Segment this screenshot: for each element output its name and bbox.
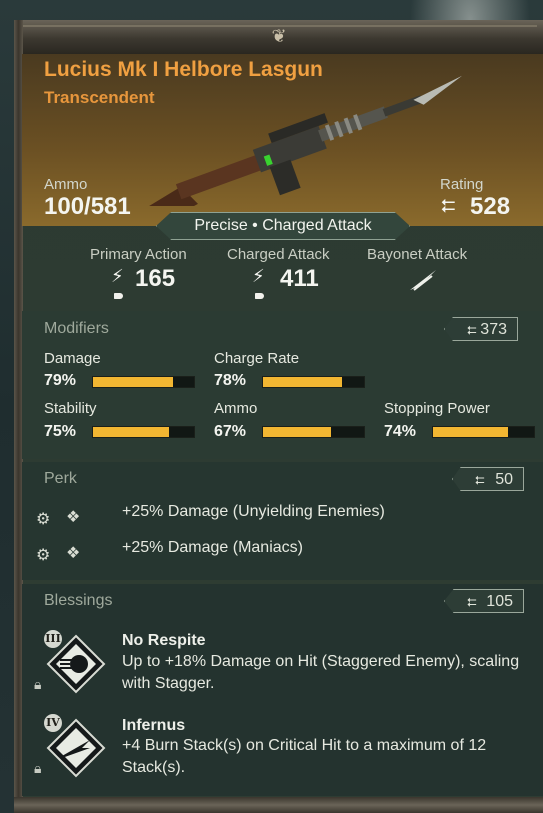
stat-bar [262,376,365,388]
perk-text: +25% Damage (Maniacs) [122,539,303,556]
gear-icon: ⚙ [36,547,51,564]
lightning-icon: ⚡︎ [252,266,265,286]
stat-name: Stopping Power [384,400,490,417]
stat-name: Stability [44,400,97,417]
lock-icon: 🔒︎ [34,676,42,692]
ammo-cost-icon [114,293,123,299]
stat-name: Charge Rate [214,350,300,367]
lasgun-image [137,75,463,206]
blessing-description: Up to +18% Damage on Hit (Staggered Enem… [122,653,520,692]
action-name: Bayonet Attack [367,246,468,263]
modifiers-rating-badge: ⮄ 373 [444,317,518,341]
rating-chevron-icon: ⮄ [441,196,456,216]
tier-badge: III [44,630,62,648]
stat-bar [92,376,195,388]
attack-type-banner: Precise • Charged Attack [156,212,410,240]
blessing-description: +4 Burn Stack(s) on Critical Hit to a ma… [122,737,487,776]
action-value: 411 [280,265,319,292]
blessings-rating-badge: ⮄ 105 [444,589,524,613]
stat-value: 74% [384,423,417,440]
stat-value: 75% [44,423,77,440]
rating-chevron-icon: ⮄ [467,323,477,337]
stat-bar [92,426,195,438]
gear-icon: ⚙ [36,511,51,528]
action-name: Charged Attack [227,246,330,263]
diamond-cluster-icon: ❖ [66,545,81,562]
perk-rating-value: 50 [495,471,513,488]
ammo-value: 100/581 [44,193,131,220]
stat-value: 67% [214,423,247,440]
lightning-icon: ⚡︎ [111,266,124,286]
stat-value: 78% [214,372,247,389]
tier-badge: IV [44,714,62,732]
perk-rating-badge: ⮄ 50 [452,467,524,491]
rating-chevron-icon: ⮄ [467,595,477,609]
action-name: Primary Action [90,246,187,263]
modifiers-title: Modifiers [44,320,109,337]
modifiers-rating-value: 373 [480,321,507,338]
perk-title: Perk [44,470,77,487]
bayonet-slash-icon [410,270,436,291]
stat-bar [432,426,535,438]
blessing-name: Infernus [122,717,186,734]
blessings-rating-value: 105 [486,593,513,610]
blessing-name: No Respite [122,632,206,649]
stat-bar [262,426,365,438]
stat-name: Damage [44,350,101,367]
rating-label: Rating [440,176,484,193]
rating-chevron-icon: ⮄ [475,473,485,487]
stat-name: Ammo [214,400,258,417]
aquila-crest-icon: ❦ [271,26,287,46]
card-frame-bottom [14,797,543,813]
action-value: 165 [135,265,176,292]
perk-text: +25% Damage (Unyielding Enemies) [122,503,385,520]
stat-value: 79% [44,372,77,389]
lock-icon: 🔒︎ [34,760,42,776]
diamond-cluster-icon: ❖ [66,509,81,526]
ammo-label: Ammo [44,176,88,193]
ammo-cost-icon [255,293,264,299]
blessings-title: Blessings [44,592,113,609]
rating-value: 528 [470,193,511,220]
